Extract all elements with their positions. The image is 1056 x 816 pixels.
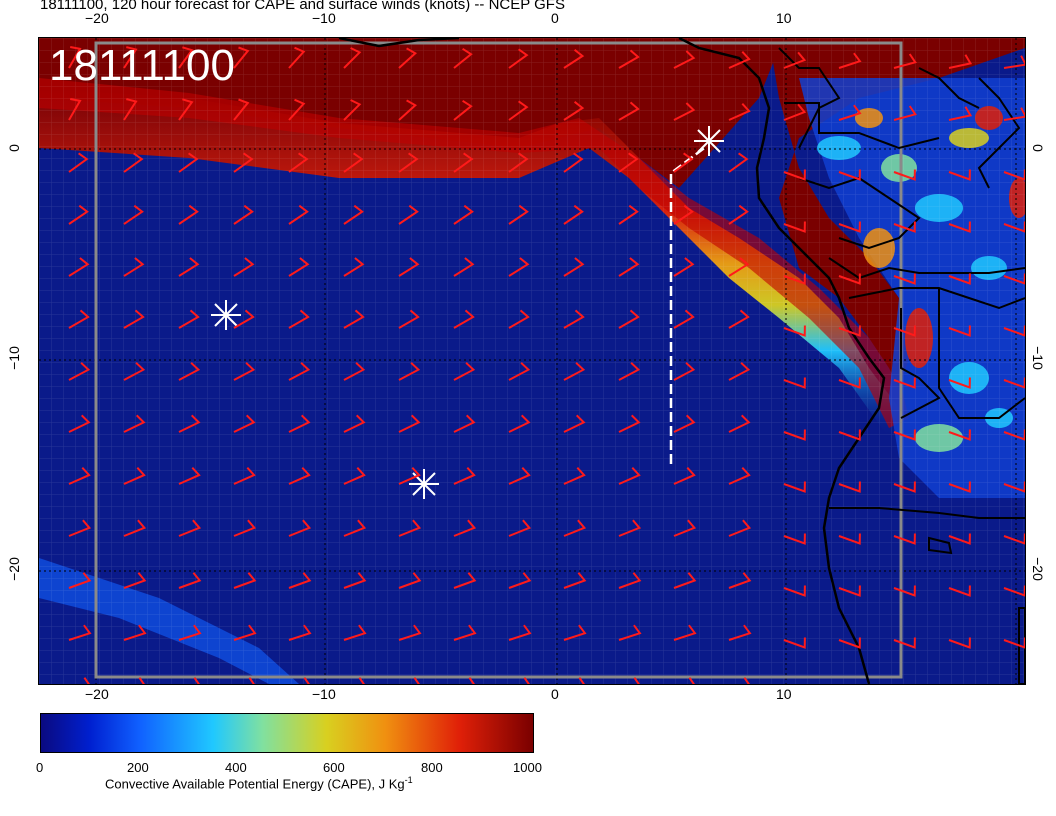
right-tick-label: −10 (1030, 346, 1046, 370)
right-tick-label: −20 (1030, 557, 1046, 581)
colorbar-title: Convective Available Potential Energy (C… (105, 775, 413, 791)
colorbar-tick-label: 400 (225, 760, 247, 775)
colorbar-tick-label: 600 (323, 760, 345, 775)
colorbar (40, 713, 534, 753)
asterisk-marker (409, 469, 439, 499)
left-tick-label: −10 (6, 346, 22, 370)
colorbar-tick-label: 0 (36, 760, 44, 775)
right-tick-label: 0 (1030, 144, 1046, 152)
top-tick-label: 0 (551, 10, 559, 26)
bottom-tick-label: 10 (776, 686, 792, 702)
map-frame: 18111100 (38, 37, 1026, 685)
colorbar-tick-label: 200 (127, 760, 149, 775)
bottom-tick-label: −10 (312, 686, 336, 702)
colorbar-title-text: Convective Available Potential Energy (C… (105, 776, 405, 792)
left-tick-label: −20 (6, 557, 22, 581)
top-tick-label: −10 (312, 10, 336, 26)
colorbar-title-sup: -1 (404, 775, 413, 785)
top-tick-label: −20 (85, 10, 109, 26)
asterisk-marker (694, 126, 724, 156)
bottom-tick-label: 0 (551, 686, 559, 702)
date-label: 18111100 (49, 41, 235, 90)
colorbar-tick-label: 1000 (513, 760, 542, 775)
map-title: 18111100, 120 hour forecast for CAPE and… (40, 0, 565, 13)
left-tick-label: 0 (6, 144, 22, 152)
bottom-tick-label: −20 (85, 686, 109, 702)
colorbar-tick-label: 800 (421, 760, 443, 775)
top-tick-label: 10 (776, 10, 792, 26)
cape-map (39, 38, 1025, 684)
